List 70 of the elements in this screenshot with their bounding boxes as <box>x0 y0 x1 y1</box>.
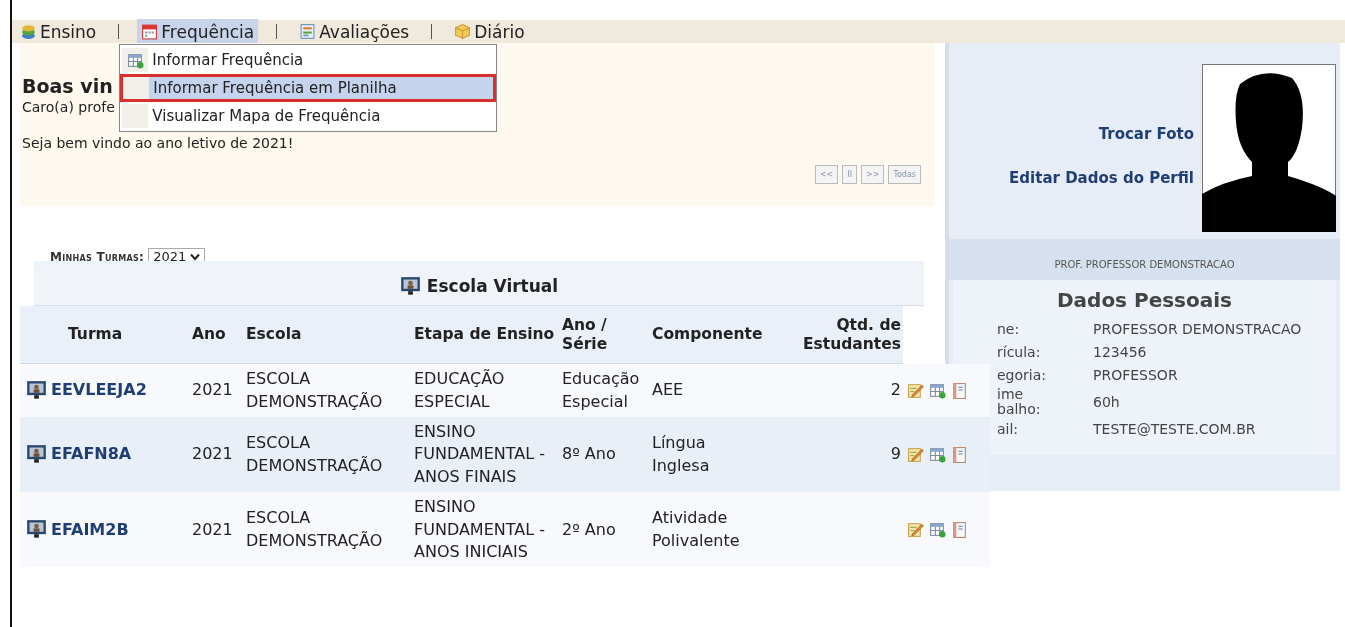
class-link[interactable]: EFAFN8A <box>51 443 132 466</box>
column-header: Turma <box>20 306 190 364</box>
field-label: ime balho: <box>997 387 1042 418</box>
column-header: Componente <box>650 306 764 364</box>
field-value: PROFESSOR DEMONSTRACAO <box>1093 321 1302 338</box>
table-cell: 2021 <box>192 519 233 539</box>
table-cell: 2 <box>890 380 901 400</box>
column-header: Ano <box>190 306 244 364</box>
form-icon <box>299 23 317 40</box>
field-label: egoria: <box>997 367 1047 384</box>
table-cell: ESCOLA DEMONSTRAÇÃO <box>246 369 383 411</box>
menu-item[interactable]: Diário <box>450 18 529 45</box>
calendar-icon <box>141 23 159 40</box>
column-header: Qtd. de Estudantes <box>764 306 903 364</box>
table-cell: Educação Especial <box>562 369 640 411</box>
monitor-icon <box>26 519 47 541</box>
menu-option[interactable]: Informar Frequência <box>120 46 497 74</box>
document-icon[interactable] <box>951 521 968 539</box>
welcome-message: Seja bem vindo ao ano letivo de 2021! <box>22 135 294 151</box>
field-label: ail: <box>997 421 1020 437</box>
table-caption: Escola Virtual <box>426 276 559 296</box>
books-icon <box>20 23 37 40</box>
spreadsheet-icon[interactable] <box>929 521 946 539</box>
field-value: 60h <box>1093 394 1120 411</box>
menu-item[interactable]: Avaliações <box>295 18 414 45</box>
section-title: Dados Pessoais <box>1055 287 1234 314</box>
welcome-title: Boas vin <box>22 75 113 97</box>
field-value: 123456 <box>1093 344 1147 361</box>
table-cell: AEE <box>652 380 684 400</box>
column-header: Ano / Série <box>560 306 650 364</box>
table-cell: EDUCAÇÃO ESPECIAL <box>414 369 505 411</box>
table-cell: 2021 <box>192 380 233 400</box>
profile-link[interactable]: Editar Dados do Perfil <box>1009 169 1194 187</box>
document-icon[interactable] <box>951 446 968 464</box>
spreadsheet-icon[interactable] <box>929 446 946 464</box>
menu-item[interactable]: Frequência <box>137 18 259 45</box>
table-cell: Atividade Polivalente <box>652 508 740 550</box>
edit-icon[interactable] <box>907 381 924 399</box>
table-cell: ENSINO FUNDAMENTAL - ANOS FINAIS <box>414 421 545 486</box>
edit-icon[interactable] <box>907 521 924 539</box>
monitor-icon <box>26 380 47 402</box>
column-header: Escola <box>244 306 412 364</box>
table-cell: 2º Ano <box>562 519 616 539</box>
profile-link[interactable]: Trocar Foto <box>1098 125 1194 143</box>
table-cell: 2021 <box>192 444 233 464</box>
table-cell: 9 <box>890 444 901 464</box>
monitor-icon <box>399 275 421 297</box>
spreadsheet-icon[interactable] <box>929 381 946 399</box>
table-cell: ESCOLA DEMONSTRAÇÃO <box>246 433 383 475</box>
table-cell: ENSINO FUNDAMENTAL - ANOS INICIAIS <box>414 497 545 561</box>
table-cell: Língua Inglesa <box>652 433 710 475</box>
table-cell: ESCOLA DEMONSTRAÇÃO <box>246 508 383 550</box>
field-label: ne: <box>997 321 1021 338</box>
name-band: PROF. PROFESSOR DEMONSTRACAO <box>949 239 1340 280</box>
box-icon <box>454 23 472 40</box>
spreadsheet-icon <box>126 51 144 69</box>
column-header: Etapa de Ensino <box>412 306 560 364</box>
edit-icon[interactable] <box>907 446 924 464</box>
document-icon[interactable] <box>951 381 968 399</box>
class-link[interactable]: EFAIM2B <box>51 518 129 541</box>
monitor-icon <box>26 444 47 466</box>
greeting-text: Caro(a) profe <box>22 99 115 115</box>
field-value: PROFESSOR <box>1093 367 1178 384</box>
field-label: rícula: <box>997 344 1042 361</box>
filter-label: Minhas Turmas: <box>50 249 145 264</box>
field-value: TESTE@TESTE.COM.BR <box>1093 421 1256 438</box>
table-cell: 8º Ano <box>562 444 616 464</box>
menu-option[interactable]: Visualizar Mapa de Frequência <box>120 102 497 130</box>
menu-option[interactable]: Informar Frequência em Planilha <box>120 74 497 102</box>
chevron-down-icon <box>190 252 201 261</box>
